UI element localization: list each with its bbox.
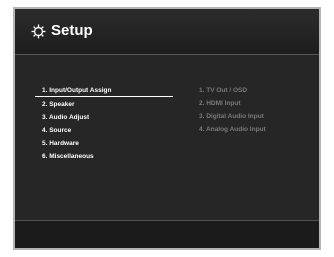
menu-item-audio-adjust[interactable]: 3. Audio Adjust <box>35 111 173 124</box>
menu-item-speaker[interactable]: 2. Speaker <box>35 98 173 111</box>
gear-icon <box>31 24 46 39</box>
sub-menu: 1. TV Out / OSD 2. HDMI Input 3. Digital… <box>199 84 309 136</box>
submenu-item-tv-out-osd[interactable]: 1. TV Out / OSD <box>199 84 309 97</box>
menu-item-input-output-assign[interactable]: 1. Input/Output Assign <box>35 84 173 97</box>
menu-item-source[interactable]: 4. Source <box>35 124 173 137</box>
setup-screen: Setup 1. Input/Output Assign 2. Speaker … <box>13 7 321 250</box>
submenu-item-hdmi-input[interactable]: 2. HDMI Input <box>199 97 309 110</box>
header-bar: Setup <box>15 9 319 55</box>
menu-area: 1. Input/Output Assign 2. Speaker 3. Aud… <box>15 55 319 223</box>
page-title: Setup <box>51 22 93 39</box>
submenu-item-digital-audio-input[interactable]: 3. Digital Audio Input <box>199 110 309 123</box>
menu-item-miscellaneous[interactable]: 6. Miscellaneous <box>35 150 173 163</box>
submenu-item-analog-audio-input[interactable]: 4. Analog Audio Input <box>199 123 309 136</box>
footer-bar <box>15 220 319 248</box>
main-menu: 1. Input/Output Assign 2. Speaker 3. Aud… <box>35 84 173 163</box>
menu-item-hardware[interactable]: 5. Hardware <box>35 137 173 150</box>
